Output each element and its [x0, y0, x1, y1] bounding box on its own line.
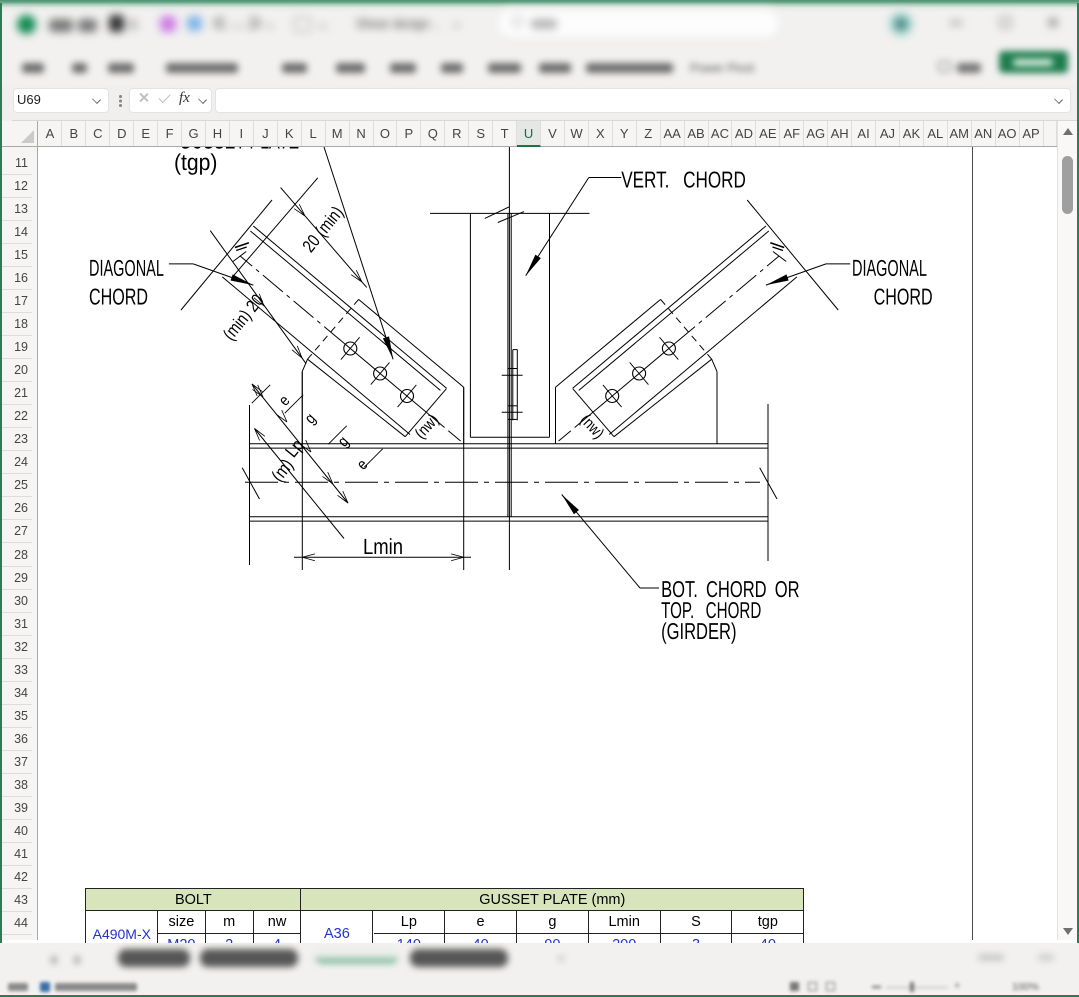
svg-text:Lp: Lp — [281, 435, 308, 461]
svg-text:CHORD: CHORD — [874, 285, 933, 311]
svg-text:e: e — [354, 456, 372, 473]
svg-text:CHORD: CHORD — [89, 285, 148, 311]
svg-text:DIAGONAL: DIAGONAL — [852, 257, 927, 282]
svg-text:DIAGONAL: DIAGONAL — [89, 257, 164, 282]
svg-text:20 (min): 20 (min) — [299, 203, 348, 257]
svg-text:(min) 20: (min) 20 — [219, 291, 268, 345]
svg-text:(GIRDER): (GIRDER) — [661, 619, 736, 644]
svg-text:(m): (m) — [267, 455, 297, 486]
svg-text:(nw): (nw) — [412, 411, 443, 442]
svg-text:Lmin: Lmin — [363, 536, 403, 560]
svg-text:(nw): (nw) — [576, 412, 607, 443]
svg-text:VERT. CHORD: VERT. CHORD — [621, 168, 746, 193]
svg-text:g: g — [302, 410, 320, 427]
svg-text:(tgp): (tgp) — [174, 149, 217, 175]
